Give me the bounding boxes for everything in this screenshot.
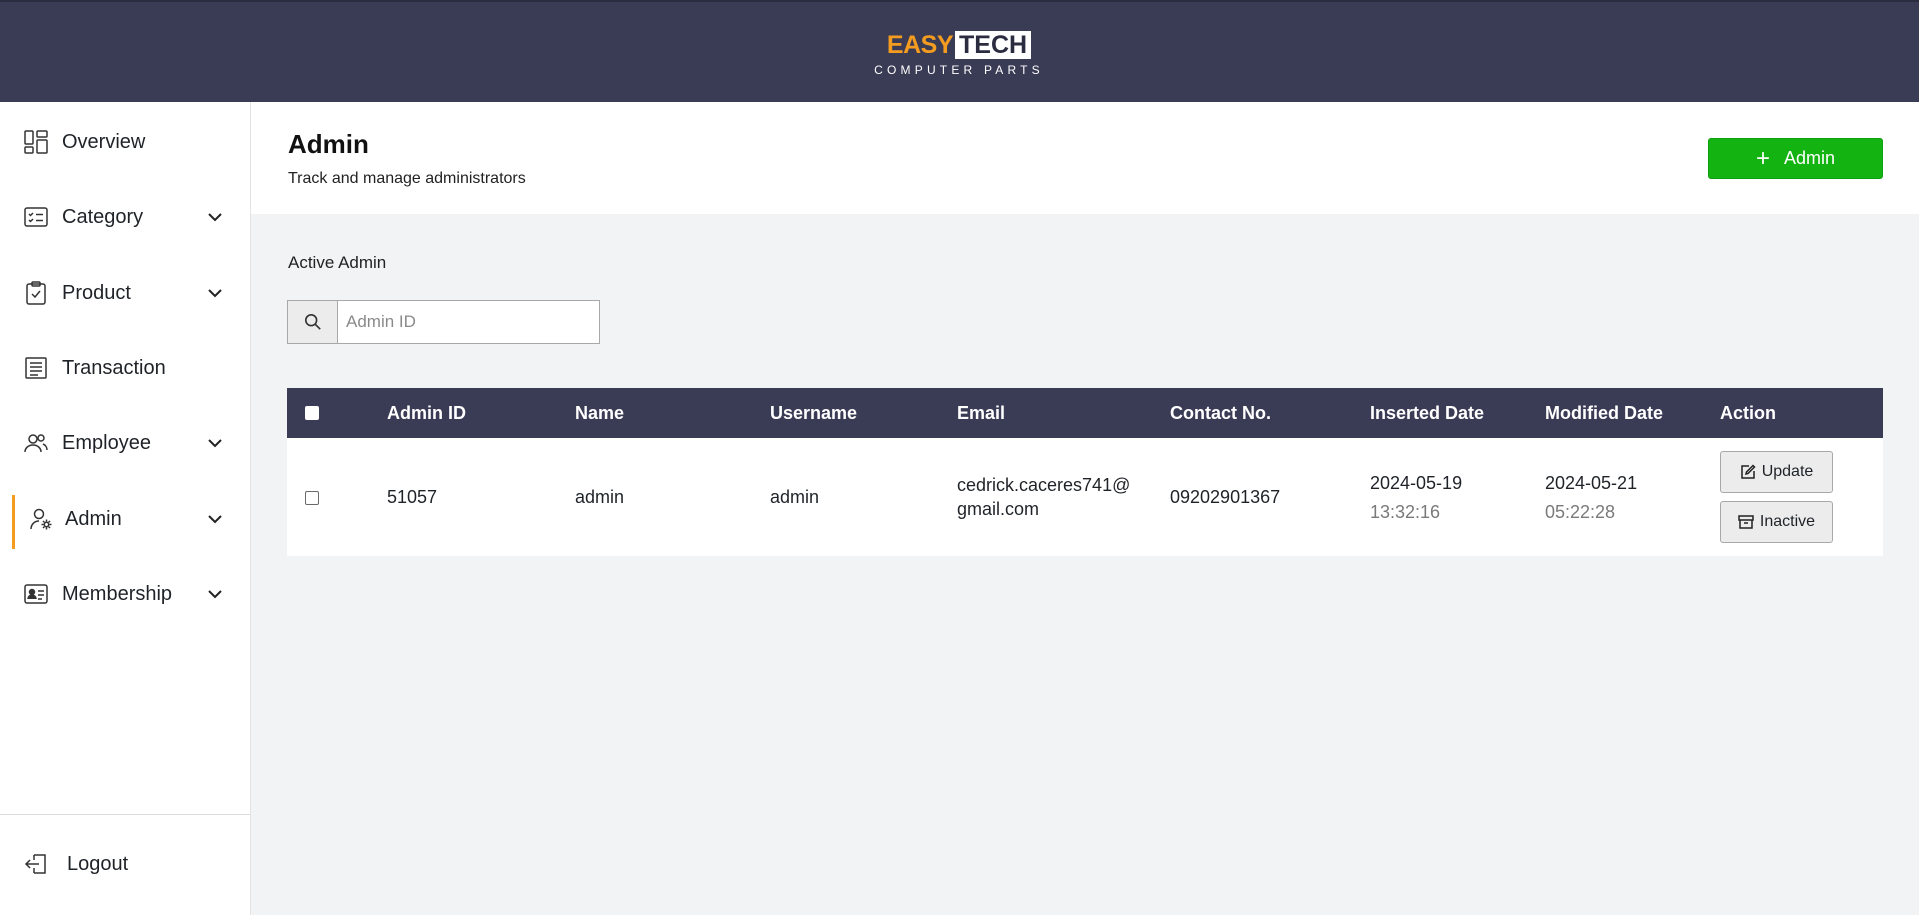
logo-tech-text: TECH [955, 31, 1032, 59]
column-header[interactable]: Admin ID [387, 388, 466, 438]
logo-tagline: COMPUTER PARTS [874, 63, 1044, 77]
update-label: Update [1761, 463, 1814, 480]
sidebar-item-admin[interactable]: Admin [0, 493, 250, 549]
email-cell-line1: cedrick.caceres741@ [957, 475, 1131, 495]
column-header[interactable]: Email [957, 388, 1005, 438]
chevron-down-icon[interactable] [205, 509, 225, 529]
sidebar-item-category[interactable]: Category [0, 191, 250, 243]
column-header[interactable]: Modified Date [1545, 388, 1663, 438]
dashboard-icon [24, 130, 48, 154]
brand-logo[interactable]: EASY TECH COMPUTER PARTS [867, 30, 1051, 78]
email-cell-line2: gmail.com [957, 499, 1040, 519]
modified-time-cell: 05:22:28 [1545, 502, 1616, 522]
search-button[interactable] [288, 301, 338, 343]
table-header: Admin ID Name Username Email Contact No.… [287, 388, 1883, 438]
sidebar-item-label: Category [62, 205, 144, 228]
archive-icon [1738, 515, 1754, 529]
sidebar-item-employee[interactable]: Employee [0, 417, 250, 469]
sidebar-item-transaction[interactable]: Transaction [0, 342, 250, 394]
clipboard-check-icon [24, 281, 48, 305]
active-indicator [12, 495, 15, 549]
inserted-date-cell: 2024-05-19 [1370, 473, 1463, 493]
receipt-icon [24, 356, 48, 380]
sidebar-item-membership[interactable]: Membership [0, 568, 250, 620]
top-header: EASY TECH COMPUTER PARTS [0, 0, 1919, 102]
chevron-down-icon[interactable] [205, 433, 225, 453]
search-icon [304, 313, 321, 330]
sidebar-item-overview[interactable]: Overview [0, 116, 250, 168]
add-admin-label: Admin [1783, 148, 1836, 168]
inactive-label: Inactive [1759, 513, 1816, 530]
id-card-icon [24, 582, 48, 606]
page-subtitle: Track and manage administrators [288, 170, 526, 187]
logout-icon [24, 852, 48, 876]
column-header[interactable]: Inserted Date [1370, 388, 1484, 438]
admin-table: Admin ID Name Username Email Contact No.… [287, 388, 1883, 556]
row-checkbox[interactable] [305, 491, 319, 505]
column-header[interactable]: Username [770, 388, 857, 438]
list-card-icon [24, 205, 48, 229]
admin-id-cell: 51057 [387, 487, 438, 507]
add-admin-button[interactable]: + Admin [1708, 138, 1883, 179]
logout-button[interactable]: Logout [0, 838, 250, 890]
search-bar [287, 300, 600, 344]
chevron-down-icon[interactable] [205, 584, 225, 604]
sidebar-divider [0, 814, 250, 815]
sidebar-item-label: Product [62, 281, 131, 304]
users-icon [24, 431, 48, 455]
contact-cell: 09202901367 [1170, 487, 1281, 507]
chevron-down-icon[interactable] [205, 283, 225, 303]
table-row: 51057 admin admin cedrick.caceres741@ gm… [287, 438, 1883, 556]
logo-wordmark: EASY TECH [867, 30, 1051, 60]
admin-id-search-input[interactable] [338, 301, 599, 343]
user-gear-icon [29, 507, 53, 531]
sidebar-item-label: Admin [65, 507, 122, 530]
name-cell: admin [575, 487, 625, 507]
page-title: Admin [288, 129, 369, 159]
sidebar-item-label: Overview [62, 130, 146, 153]
sidebar: Overview Category Product Transaction Em… [0, 102, 251, 915]
inserted-time-cell: 13:32:16 [1370, 502, 1441, 522]
update-button[interactable]: Update [1720, 451, 1833, 493]
inactive-button[interactable]: Inactive [1720, 501, 1833, 543]
sidebar-item-label: Membership [62, 582, 173, 605]
username-cell: admin [770, 487, 820, 507]
select-all-checkbox[interactable] [305, 406, 319, 420]
logo-easy-text: EASY [886, 30, 954, 59]
section-label: Active Admin [288, 253, 387, 272]
chevron-down-icon[interactable] [205, 207, 225, 227]
logout-label: Logout [67, 852, 129, 875]
column-header[interactable]: Contact No. [1170, 388, 1271, 438]
plus-icon: + [1755, 144, 1770, 172]
column-header: Action [1720, 403, 1776, 423]
sidebar-item-label: Employee [62, 431, 151, 454]
modified-date-cell: 2024-05-21 [1545, 473, 1638, 493]
column-header[interactable]: Name [575, 388, 624, 438]
edit-icon [1740, 464, 1756, 479]
sidebar-item-product[interactable]: Product [0, 267, 250, 319]
page-header: Admin Track and manage administrators + … [251, 102, 1919, 214]
sidebar-item-label: Transaction [62, 356, 166, 379]
